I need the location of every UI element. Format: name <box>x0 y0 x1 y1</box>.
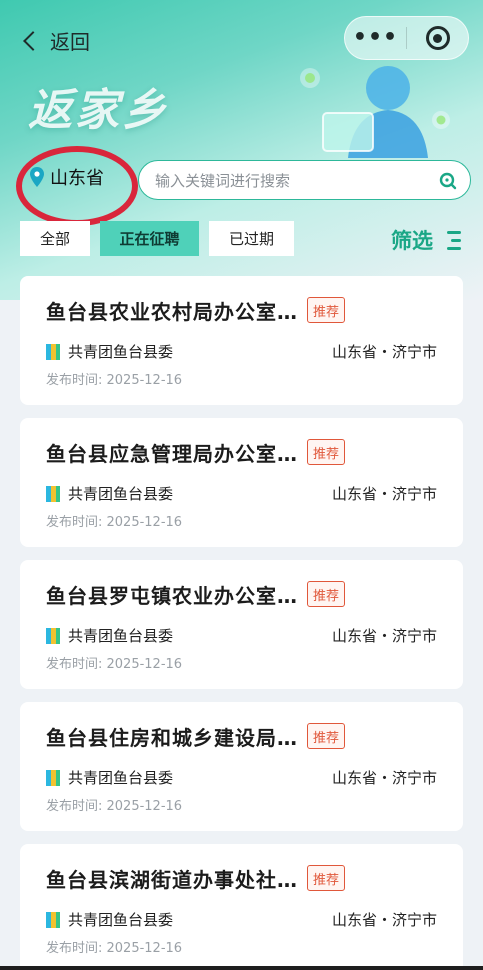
publish-date: 发布时间: 2025-12-16 <box>46 515 183 530</box>
job-region: 山东省・济宁市 <box>331 485 437 503</box>
miniprogram-capsule: ••• <box>344 16 469 60</box>
job-card[interactable]: 鱼台县滨湖街道办事处社… 推荐 共青团鱼台县委 山东省・济宁市 发布时间: 20… <box>20 844 463 970</box>
job-region: 山东省・济宁市 <box>331 627 437 645</box>
organization-icon <box>46 911 60 928</box>
close-miniprogram-button[interactable] <box>407 26 468 50</box>
filter-label: 筛选 <box>391 229 433 253</box>
job-list: 鱼台县农业农村局办公室… 推荐 共青团鱼台县委 山东省・济宁市 发布时间: 20… <box>20 276 463 970</box>
back-button[interactable]: 返回 <box>22 26 90 55</box>
organization: 共青团鱼台县委 <box>46 341 173 362</box>
publish-date: 发布时间: 2025-12-16 <box>46 941 183 956</box>
organization-name: 共青团鱼台县委 <box>68 343 174 361</box>
job-title: 鱼台县滨湖街道办事处社… <box>46 868 298 892</box>
job-title: 鱼台县应急管理局办公室… <box>46 442 298 466</box>
publish-date: 发布时间: 2025-12-16 <box>46 799 183 814</box>
job-title: 鱼台县住房和城乡建设局… <box>46 726 298 750</box>
target-icon <box>425 26 450 50</box>
filter-button[interactable]: 筛选 <box>391 225 461 255</box>
organization: 共青团鱼台县委 <box>46 909 173 930</box>
search-placeholder: 输入关键词进行搜索 <box>155 171 291 190</box>
chevron-left-icon <box>23 30 43 51</box>
person-illustration-icon <box>300 66 450 158</box>
recommend-badge: 推荐 <box>307 723 345 749</box>
search-icon[interactable] <box>438 171 458 191</box>
organization-icon <box>46 769 60 786</box>
job-region: 山东省・济宁市 <box>331 911 437 929</box>
bottom-divider <box>0 966 483 970</box>
organization: 共青团鱼台县委 <box>46 625 173 646</box>
search-input[interactable]: 输入关键词进行搜索 <box>138 160 471 200</box>
tab-expired[interactable]: 已过期 <box>209 221 294 256</box>
job-region: 山东省・济宁市 <box>331 343 437 361</box>
tab-recruiting[interactable]: 正在征聘 <box>100 221 199 256</box>
recommend-badge: 推荐 <box>307 439 345 465</box>
organization-icon <box>46 343 60 360</box>
recommend-badge: 推荐 <box>307 581 345 607</box>
organization-name: 共青团鱼台县委 <box>68 911 174 929</box>
job-card[interactable]: 鱼台县农业农村局办公室… 推荐 共青团鱼台县委 山东省・济宁市 发布时间: 20… <box>20 276 463 405</box>
organization-name: 共青团鱼台县委 <box>68 769 174 787</box>
tab-all[interactable]: 全部 <box>20 221 90 256</box>
organization: 共青团鱼台县委 <box>46 767 173 788</box>
job-card[interactable]: 鱼台县应急管理局办公室… 推荐 共青团鱼台县委 山东省・济宁市 发布时间: 20… <box>20 418 463 547</box>
organization-name: 共青团鱼台县委 <box>68 627 174 645</box>
more-menu-button[interactable]: ••• <box>345 16 406 60</box>
organization-icon <box>46 485 60 502</box>
recommend-badge: 推荐 <box>307 297 345 323</box>
recommend-badge: 推荐 <box>307 865 345 891</box>
filter-icon <box>443 230 461 250</box>
annotation-circle <box>16 146 138 226</box>
organization-icon <box>46 627 60 644</box>
job-card[interactable]: 鱼台县住房和城乡建设局… 推荐 共青团鱼台县委 山东省・济宁市 发布时间: 20… <box>20 702 463 831</box>
back-label: 返回 <box>50 30 90 54</box>
job-title: 鱼台县农业农村局办公室… <box>46 300 298 324</box>
job-card[interactable]: 鱼台县罗屯镇农业办公室… 推荐 共青团鱼台县委 山东省・济宁市 发布时间: 20… <box>20 560 463 689</box>
publish-date: 发布时间: 2025-12-16 <box>46 657 183 672</box>
page-title: 返家乡 <box>28 85 169 136</box>
organization: 共青团鱼台县委 <box>46 483 173 504</box>
organization-name: 共青团鱼台县委 <box>68 485 174 503</box>
job-region: 山东省・济宁市 <box>331 769 437 787</box>
status-tabs: 全部 正在征聘 已过期 <box>20 221 304 256</box>
publish-date: 发布时间: 2025-12-16 <box>46 373 183 388</box>
job-title: 鱼台县罗屯镇农业办公室… <box>46 584 298 608</box>
